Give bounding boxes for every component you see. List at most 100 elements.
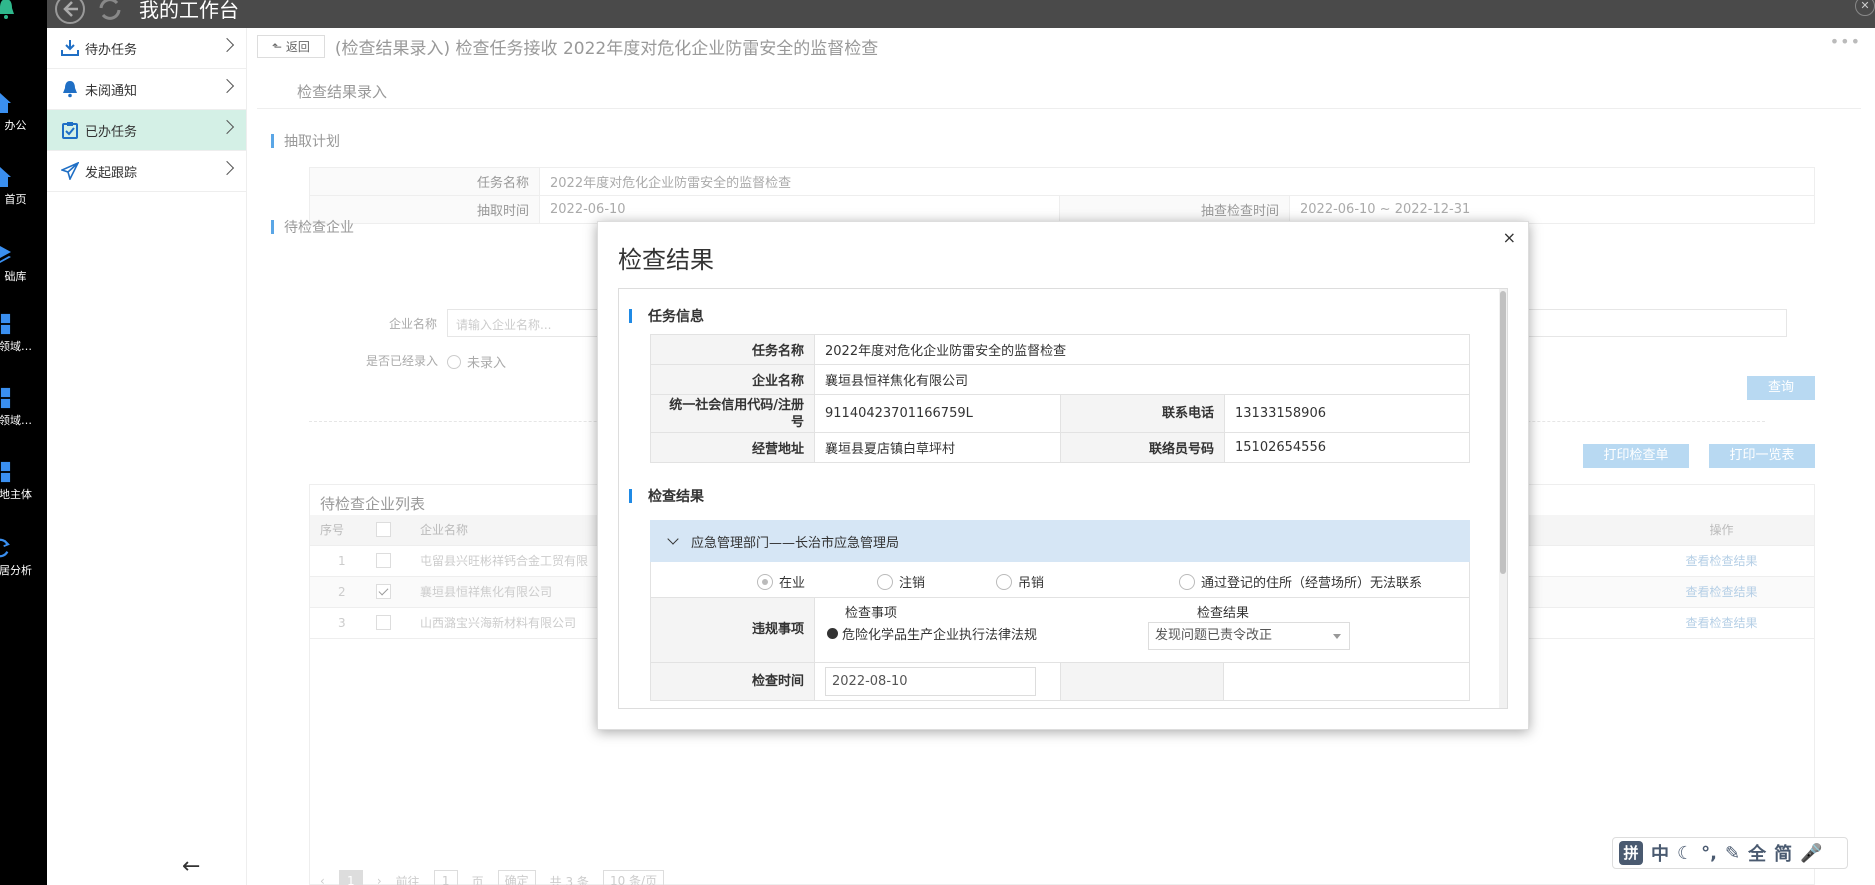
print-checklist-button[interactable]: 打印检查单: [1583, 444, 1689, 468]
caret-down-icon: [1333, 634, 1341, 639]
credit-code-value: 91140423701166759L: [814, 394, 1061, 433]
rail-item-home[interactable]: 首页: [0, 166, 47, 207]
row-checkbox[interactable]: [376, 615, 391, 630]
section-plan: 抽取计划: [271, 131, 340, 151]
page-input[interactable]: 1: [433, 870, 458, 885]
page-current[interactable]: 1: [338, 870, 363, 885]
violation-row: 违规事项 检查事项 检查结果 危险化学品生产企业执行法律法规 发现问题已责令改正: [650, 598, 1470, 663]
punctuation-icon[interactable]: °,: [1701, 843, 1717, 864]
menu-item-label: 发起跟踪: [85, 165, 138, 181]
page-unit: 页: [471, 874, 484, 885]
chevron-down-icon: [667, 533, 679, 545]
task-name-value: 2022年度对危化企业防雷安全的监督检查: [814, 334, 1470, 365]
rail-item-office[interactable]: 办公: [0, 92, 47, 133]
bell-icon[interactable]: [0, 0, 16, 20]
section-check-result: 检查结果: [629, 486, 704, 506]
close-icon[interactable]: ✕: [1855, 0, 1875, 16]
check-time-input[interactable]: 2022-08-10: [825, 667, 1036, 696]
rail-item-base-library[interactable]: 础库: [0, 243, 47, 284]
ime-toolbar: 拼 中 ☾ °, ✎ 全 简 🎤: [1612, 837, 1848, 869]
back-circle-icon[interactable]: [55, 0, 85, 24]
scrollbar[interactable]: [1499, 289, 1507, 708]
prev-page-icon[interactable]: ‹: [320, 874, 325, 885]
view-result-link[interactable]: 查看检查结果: [1619, 545, 1814, 577]
company-label: 企业名称: [389, 317, 438, 331]
menu-item-done[interactable]: 已办任务: [47, 110, 246, 151]
phone-value: 13133158906: [1224, 394, 1470, 433]
phone-label: 联系电话: [1060, 394, 1225, 433]
select-all-checkbox[interactable]: [376, 522, 391, 538]
row-checkbox[interactable]: [376, 553, 391, 568]
pinyin-icon[interactable]: 拼: [1619, 841, 1643, 865]
more-icon[interactable]: •••: [1830, 32, 1861, 51]
section-task-info: 任务信息: [629, 306, 704, 326]
print-list-button[interactable]: 打印一览表: [1709, 444, 1815, 468]
clipboard-check-icon: [62, 122, 78, 139]
task-name-label: 任务名称: [650, 334, 815, 365]
workspace-title: 我的工作台: [139, 0, 239, 22]
draw-time-value: 2022-06-10: [539, 195, 1060, 224]
rail-item-domain-2[interactable]: 领域…: [0, 387, 47, 428]
full-width-icon[interactable]: 全: [1748, 840, 1766, 866]
credit-code-label: 统一社会信用代码/注册号: [650, 394, 815, 433]
view-result-link[interactable]: 查看检查结果: [1619, 607, 1814, 639]
rail-item-domain-1[interactable]: 领域…: [0, 313, 47, 354]
query-button[interactable]: 查询: [1747, 376, 1815, 400]
chevron-right-icon: [219, 160, 235, 176]
page-subtitle: 检查结果录入: [297, 83, 388, 101]
col-op: 操作: [1619, 515, 1814, 546]
microphone-icon[interactable]: 🎤: [1800, 843, 1822, 864]
result-dialog: 检查结果 × 任务信息 任务名称 2022年度对危化企业防雷安全的监督检查 企业…: [597, 221, 1529, 730]
liaison-label: 联络员号码: [1060, 432, 1225, 463]
row-checkbox[interactable]: [376, 584, 391, 599]
menu-item-todo[interactable]: 待办任务: [47, 28, 246, 69]
result-select[interactable]: 发现问题已责令改正: [1148, 622, 1350, 650]
page-size-select[interactable]: 10 条/页: [602, 870, 665, 885]
rail-item-analysis[interactable]: 居分析: [0, 537, 47, 578]
col-check: [366, 515, 410, 546]
chinese-mode-icon[interactable]: 中: [1651, 840, 1669, 866]
breadcrumb: ⬑ 返回 (检查结果录入) 检查任务接收 2022年度对危化企业防雷安全的监督检…: [257, 34, 879, 59]
list-title: 待检查企业列表: [320, 495, 426, 513]
department-accordion[interactable]: 应急管理部门——长治市应急管理局: [650, 520, 1470, 562]
view-result-link[interactable]: 查看检查结果: [1619, 576, 1814, 608]
entered-radio[interactable]: 未录入: [447, 352, 506, 371]
page-title: (检查结果录入) 检查任务接收 2022年度对危化企业防雷安全的监督检查: [334, 38, 879, 59]
reload-icon[interactable]: [95, 0, 125, 24]
dialog-title: 检查结果: [618, 246, 714, 274]
task-name-value: 2022年度对危化企业防雷安全的监督检查: [539, 167, 1815, 196]
moon-icon[interactable]: ☾: [1677, 843, 1693, 864]
address-value: 襄垣县夏店镇白草坪村: [814, 432, 1061, 463]
status-radio-unreachable[interactable]: 通过登记的住所（经营场所）无法联系: [1179, 572, 1422, 591]
collapse-arrow-icon[interactable]: ←: [182, 854, 200, 879]
check-time-row: 检查时间 2022-08-10: [650, 663, 1470, 701]
next-page-icon[interactable]: ›: [377, 874, 382, 885]
refresh-icon: [0, 538, 10, 558]
total-count: 共 3 条: [549, 874, 589, 885]
menu-item-label: 未阅通知: [85, 83, 138, 99]
rail-item-subject[interactable]: 地主体: [0, 461, 47, 502]
side-menu: 待办任务 未阅通知 已办任务 发起跟踪 ←: [47, 28, 247, 885]
department-name: 应急管理部门——长治市应急管理局: [691, 535, 900, 551]
status-radio-active[interactable]: 在业: [757, 572, 805, 591]
section-pending: 待检查企业: [271, 217, 354, 237]
chevron-right-icon: [219, 78, 235, 94]
menu-item-unread[interactable]: 未阅通知: [47, 69, 246, 110]
pen-icon[interactable]: ✎: [1725, 843, 1740, 864]
close-icon[interactable]: ×: [1503, 228, 1516, 247]
period-label: 抽查检查时间: [1059, 195, 1290, 224]
col-no: 序号: [310, 515, 366, 546]
pagination: ‹ 1 › 前往 1 页 确定 共 3 条 10 条/页: [320, 870, 665, 885]
status-radio-cancelled[interactable]: 注销: [877, 572, 925, 591]
simplified-icon[interactable]: 简: [1774, 840, 1792, 866]
confirm-button[interactable]: 确定: [497, 870, 536, 885]
status-radio-revoked[interactable]: 吊销: [996, 572, 1044, 591]
menu-item-label: 已办任务: [85, 124, 138, 140]
entered-label: 是否已经录入: [366, 354, 439, 368]
back-button[interactable]: ⬑ 返回: [257, 34, 325, 58]
status-radio-group: 在业 注销 吊销 通过登记的住所（经营场所）无法联系: [650, 562, 1470, 598]
scroll-thumb[interactable]: [1500, 291, 1506, 574]
plan-table: 任务名称 2022年度对危化企业防雷安全的监督检查 抽取时间 2022-06-1…: [309, 167, 1815, 224]
layers-icon: [0, 246, 11, 263]
menu-item-tracking[interactable]: 发起跟踪: [47, 151, 246, 192]
